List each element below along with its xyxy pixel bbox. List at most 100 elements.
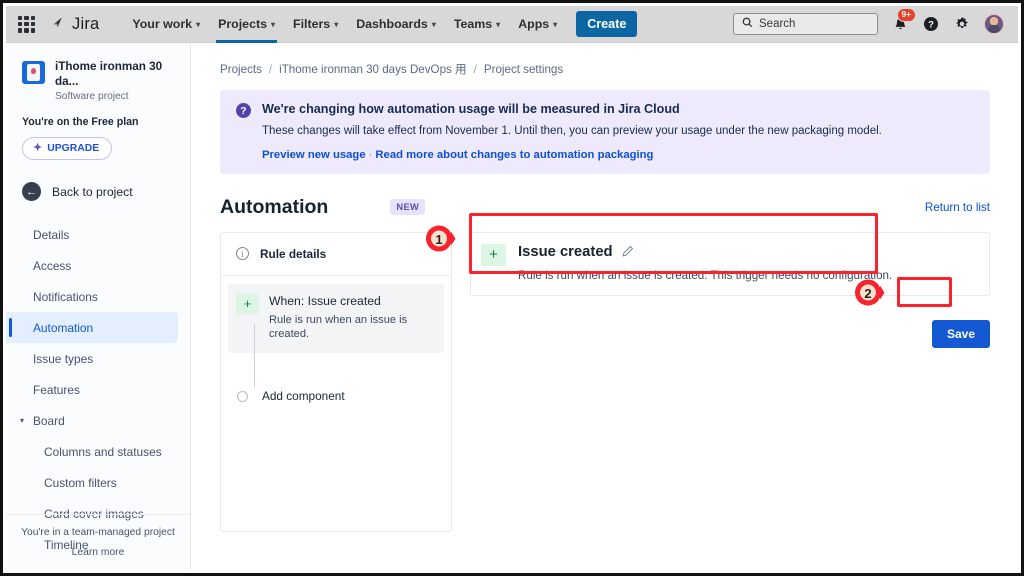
main-content: Projects / iThome ironman 30 days DevOps… bbox=[192, 43, 1018, 570]
nav-item-filters[interactable]: Filters ▾ bbox=[284, 7, 347, 42]
save-row: Save bbox=[470, 319, 990, 348]
svg-text:?: ? bbox=[928, 20, 934, 31]
issue-created-trigger-detail[interactable]: + Issue created Rule is run when an issu… bbox=[470, 231, 990, 296]
jira-logo-icon bbox=[48, 15, 66, 33]
breadcrumb-project[interactable]: iThome ironman 30 days DevOps 用 bbox=[279, 61, 467, 77]
add-component-label: Add component bbox=[262, 389, 345, 404]
trigger-plus-icon: + bbox=[236, 293, 259, 314]
search-input[interactable]: Search bbox=[733, 13, 878, 35]
app-switcher-icon[interactable] bbox=[18, 15, 35, 33]
read-more-automation-packaging-link[interactable]: Read more about changes to automation pa… bbox=[375, 149, 653, 161]
breadcrumb-project-settings[interactable]: Project settings bbox=[484, 63, 563, 76]
info-circle-icon: i bbox=[236, 247, 249, 261]
jira-logo-home-link[interactable]: Jira bbox=[48, 15, 99, 34]
sidebar-item-label: Details bbox=[33, 227, 70, 242]
sidebar-menu: Details Access Notifications Automation … bbox=[6, 219, 190, 560]
sidebar-project-name: iThome ironman 30 da... bbox=[55, 60, 163, 89]
rule-trigger-item[interactable]: + When: Issue created Rule is run when a… bbox=[228, 283, 444, 388]
nav-item-projects[interactable]: Projects ▾ bbox=[209, 7, 284, 43]
rule-trigger-description: Rule is run when an issue is created. bbox=[269, 313, 408, 340]
sparkle-icon: ✦ bbox=[33, 142, 43, 155]
trigger-detail-title: Issue created bbox=[518, 243, 613, 260]
sidebar-item-automation[interactable]: Automation bbox=[6, 312, 178, 344]
nav-label: Apps bbox=[518, 16, 550, 31]
rule-details-label: Rule details bbox=[260, 246, 327, 261]
notifications-bell-icon[interactable]: 9+ bbox=[891, 8, 916, 33]
notification-count-badge: 9+ bbox=[897, 8, 916, 22]
sidebar-project-type: Software project bbox=[55, 91, 129, 103]
project-avatar-icon bbox=[22, 61, 45, 84]
sidebar-item-columns-and-statuses[interactable]: Columns and statuses bbox=[6, 436, 190, 467]
nav-label: Teams bbox=[453, 16, 493, 31]
page-title: Automation bbox=[220, 195, 329, 218]
chevron-down-icon: ▾ bbox=[553, 19, 558, 29]
sidebar-item-issue-types[interactable]: Issue types bbox=[6, 343, 190, 374]
nav-item-teams[interactable]: Teams ▾ bbox=[445, 7, 509, 42]
top-navigation-bar: Jira Your work ▾ Projects ▾ Filters ▾ Da… bbox=[6, 6, 1018, 43]
chevron-down-icon: ▾ bbox=[496, 19, 501, 29]
banner-body: These changes will take effect from Nove… bbox=[262, 125, 882, 137]
circle-icon bbox=[237, 390, 248, 402]
link-separator: · bbox=[368, 148, 373, 161]
trigger-detail-wrapper: + Issue created Rule is run when an issu… bbox=[470, 231, 990, 532]
breadcrumb-projects[interactable]: Projects bbox=[220, 63, 262, 76]
browser-frame: Jira Your work ▾ Projects ▾ Filters ▾ Da… bbox=[0, 0, 1024, 576]
sidebar-item-access[interactable]: Access bbox=[6, 250, 190, 281]
rule-connector-line bbox=[254, 323, 255, 388]
sidebar-item-custom-filters[interactable]: Custom filters bbox=[6, 467, 190, 498]
new-badge: NEW bbox=[390, 199, 426, 216]
sidebar-item-notifications[interactable]: Notifications bbox=[6, 281, 190, 312]
save-button[interactable]: Save bbox=[931, 319, 990, 348]
sidebar-item-label: Automation bbox=[33, 320, 94, 335]
rule-details-row[interactable]: i Rule details bbox=[221, 233, 451, 275]
rule-trigger-title: When: Issue created bbox=[269, 293, 381, 308]
trigger-plus-icon: + bbox=[481, 243, 506, 266]
settings-gear-icon[interactable] bbox=[953, 15, 971, 33]
return-to-list-link[interactable]: Return to list bbox=[925, 201, 990, 214]
sidebar-item-label: Access bbox=[33, 258, 72, 273]
learn-more-link[interactable]: Learn more bbox=[18, 547, 178, 558]
sidebar-item-label: Features bbox=[33, 382, 80, 397]
sidebar-item-board[interactable]: ▾ Board bbox=[6, 405, 190, 436]
nav-item-your-work[interactable]: Your work ▾ bbox=[123, 7, 209, 42]
sidebar-item-details[interactable]: Details bbox=[6, 219, 190, 250]
add-component-button[interactable]: Add component bbox=[237, 389, 451, 403]
preview-new-usage-link[interactable]: Preview new usage bbox=[262, 149, 366, 161]
user-avatar[interactable] bbox=[984, 14, 1004, 34]
create-button[interactable]: Create bbox=[576, 11, 638, 37]
sidebar-item-features[interactable]: Features bbox=[6, 374, 190, 405]
sidebar-item-label: Board bbox=[33, 413, 65, 428]
nav-right-group: Search 9+ ? bbox=[733, 8, 1004, 35]
automation-rule-editor: i Rule details + When: Issue created Rul… bbox=[220, 231, 990, 532]
nav-item-dashboards[interactable]: Dashboards ▾ bbox=[347, 7, 445, 42]
nav-label: Dashboards bbox=[356, 16, 428, 31]
back-to-project-label: Back to project bbox=[52, 184, 133, 199]
trigger-detail-description: Rule is run when an issue is created. Th… bbox=[518, 268, 893, 282]
pencil-edit-icon[interactable] bbox=[621, 245, 634, 261]
nav-item-apps[interactable]: Apps ▾ bbox=[509, 7, 566, 42]
chevron-down-icon: ▾ bbox=[196, 19, 201, 29]
banner-title: We're changing how automation usage will… bbox=[262, 102, 680, 116]
chevron-down-icon: ▾ bbox=[431, 19, 436, 29]
banner-links: Preview new usage · Read more about change… bbox=[262, 149, 882, 161]
search-icon bbox=[742, 15, 753, 33]
sidebar-item-label: Columns and statuses bbox=[44, 444, 162, 459]
sidebar-footer: You're in a team-managed project Learn m… bbox=[6, 514, 190, 558]
nav-label: Projects bbox=[218, 16, 267, 31]
chevron-down-icon: ▾ bbox=[20, 416, 25, 426]
question-circle-icon: ? bbox=[236, 103, 251, 118]
page-header-row: Automation NEW Return to list bbox=[220, 196, 990, 219]
upgrade-button[interactable]: ✦ UPGRADE bbox=[22, 137, 113, 161]
breadcrumb: Projects / iThome ironman 30 days DevOps… bbox=[220, 61, 990, 77]
nav-label: Filters bbox=[293, 16, 331, 31]
help-icon[interactable]: ? bbox=[922, 15, 940, 33]
divider bbox=[222, 274, 450, 276]
back-to-project-link[interactable]: ← Back to project bbox=[6, 160, 190, 202]
sidebar-item-label: Custom filters bbox=[44, 475, 117, 490]
rule-components-panel: i Rule details + When: Issue created Rul… bbox=[220, 231, 452, 532]
sidebar-item-label: Issue types bbox=[33, 351, 94, 366]
chevron-down-icon: ▾ bbox=[334, 19, 339, 29]
sidebar-item-label: Notifications bbox=[33, 289, 98, 304]
sidebar-project-header[interactable]: iThome ironman 30 da... Software project bbox=[6, 59, 190, 102]
project-settings-sidebar: iThome ironman 30 da... Software project… bbox=[6, 43, 191, 570]
